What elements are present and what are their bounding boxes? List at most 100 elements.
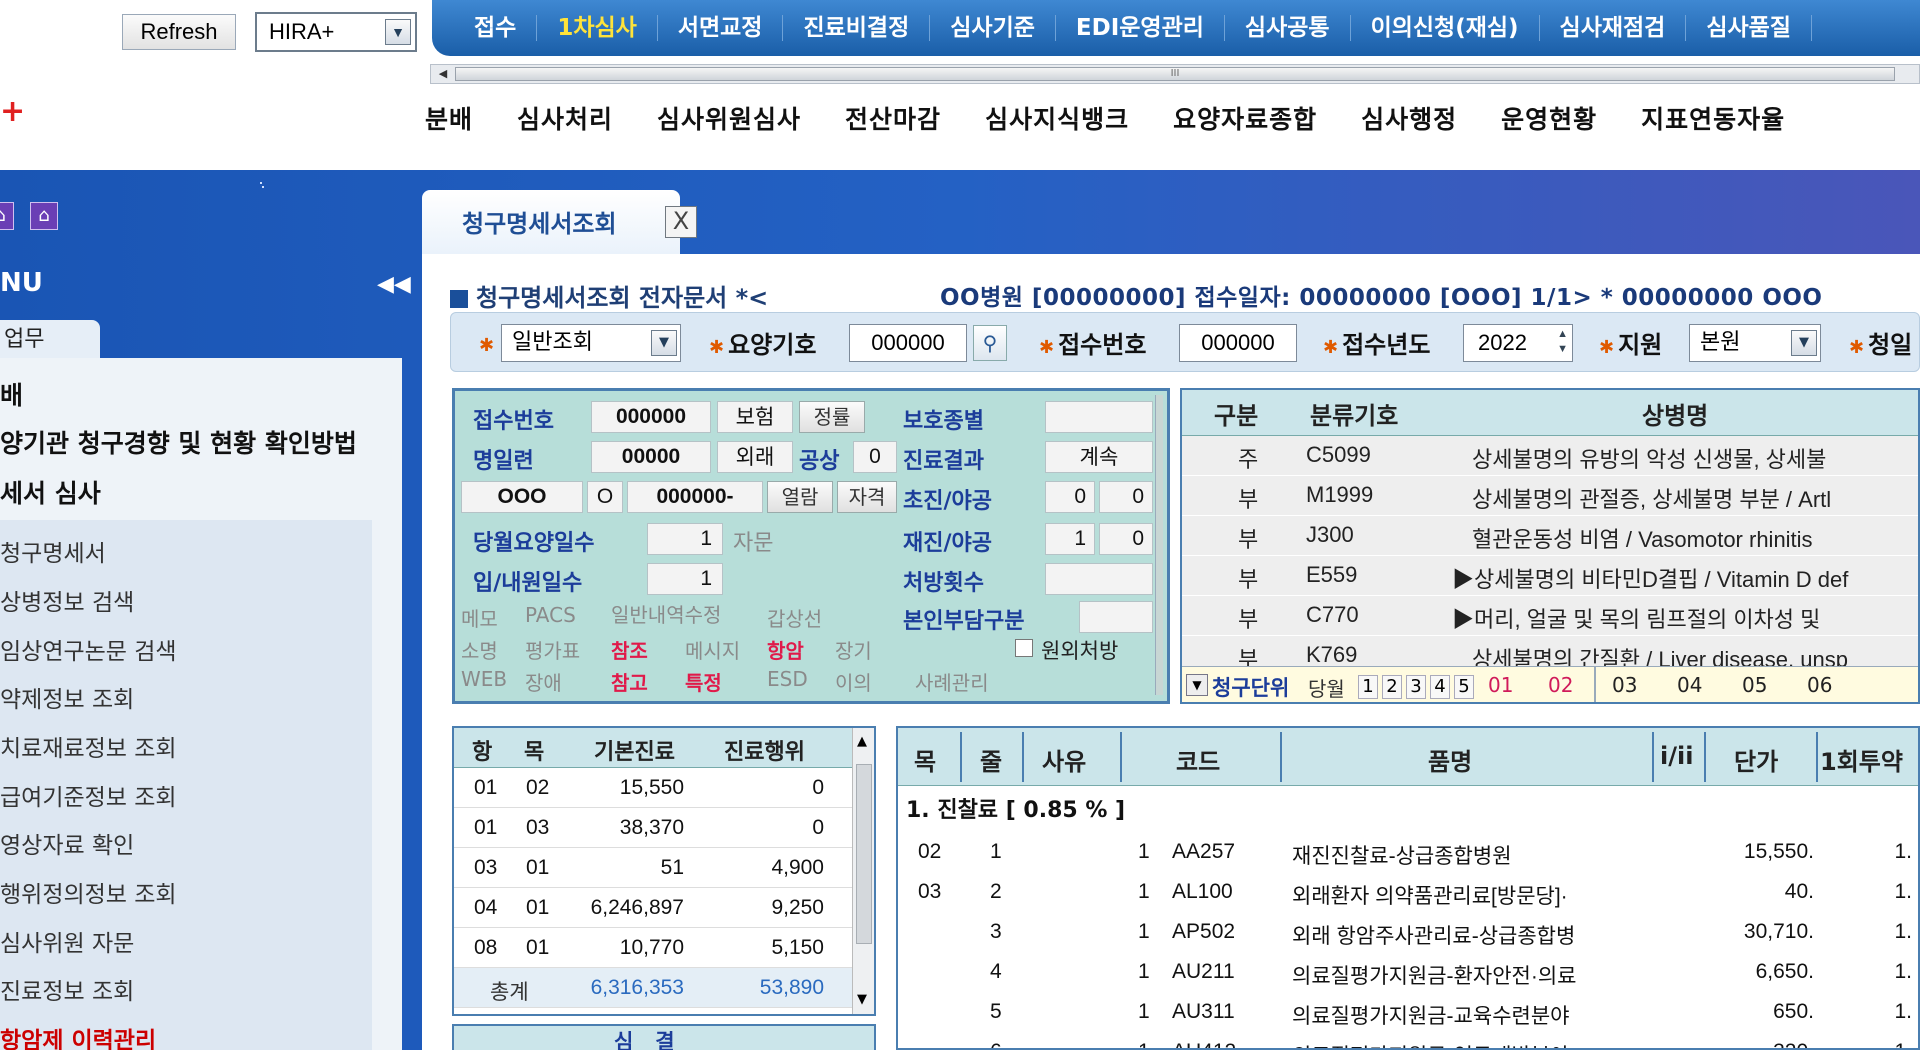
main-nav-item[interactable]: 심사공통 xyxy=(1225,15,1351,41)
sub-nav-item[interactable]: 운영현황 xyxy=(1501,100,1597,136)
table-row[interactable]: 61AU412의료질평가지원금-연구개발분야320.1. xyxy=(898,1032,1918,1048)
page-num[interactable]: 1 xyxy=(1358,675,1378,699)
menu-item[interactable]: 급여기준정보 조회 xyxy=(0,778,177,812)
message-link[interactable]: 메시지 xyxy=(685,635,740,664)
menu-item[interactable]: 행위정의정보 조회 xyxy=(0,875,177,909)
table-row[interactable]: 03 2 1 AL100 외래환자 의약품관리료[방문당]· 40. 1. xyxy=(898,872,1918,912)
table-row[interactable]: 01 02 15,550 0 xyxy=(454,768,854,808)
tab-01[interactable]: 01 xyxy=(1488,673,1513,697)
main-nav-item[interactable]: 심사기준 xyxy=(930,15,1056,41)
home-icon[interactable]: ⌂ xyxy=(30,202,58,230)
plus-icon[interactable]: + xyxy=(0,94,25,129)
panel-scrollbar[interactable] xyxy=(1155,395,1163,695)
main-nav-item[interactable]: 1차심사 xyxy=(537,15,658,41)
close-icon[interactable]: X xyxy=(665,206,697,238)
nav-scrollbar[interactable]: ◀ III xyxy=(430,64,1920,84)
table-row[interactable]: 부 M1999 상세불명의 관절증, 상세불명 부분 / Artl xyxy=(1182,476,1918,516)
detail-edit-link[interactable]: 일반내역수정 xyxy=(611,599,721,628)
page-num[interactable]: 5 xyxy=(1454,675,1474,699)
reference-link[interactable]: 참조 xyxy=(611,635,648,664)
menu-item-highlight[interactable]: 항암제 이력관리 xyxy=(0,1021,156,1050)
table-row[interactable]: 부 E559 ▶상세불명의 비타민D결핍 / Vitamin D def xyxy=(1182,556,1918,596)
special-link[interactable]: 특정 xyxy=(685,667,722,696)
page-num[interactable]: 2 xyxy=(1382,675,1402,699)
table-row[interactable]: 부 C770 ▶머리, 얼굴 및 목의 림프절의 이차성 및 xyxy=(1182,596,1918,636)
table-row[interactable]: 5 1 AU311 의료질평가지원금-교육수련분야 650. 1. xyxy=(898,992,1918,1032)
amount-scrollbar[interactable]: ▲ ▼ xyxy=(852,728,874,1014)
main-nav-item[interactable]: 접수 xyxy=(454,15,538,41)
page-num[interactable]: 3 xyxy=(1406,675,1426,699)
scroll-thumb[interactable]: III xyxy=(455,67,1895,81)
sub-nav-item[interactable]: 분배 xyxy=(425,100,473,136)
chevron-down-icon[interactable]: ▼ xyxy=(1186,674,1208,696)
scroll-down-icon[interactable]: ▼ xyxy=(857,992,867,1007)
page-num[interactable]: 4 xyxy=(1430,675,1450,699)
query-type-select[interactable]: 일반조회 ▼ xyxy=(501,324,681,362)
claim-unit-label[interactable]: 청구단위 xyxy=(1212,672,1289,702)
memo-link[interactable]: 메모 xyxy=(461,603,498,632)
institution-input[interactable]: 000000 xyxy=(849,324,967,362)
anticancer-link[interactable]: 항암 xyxy=(767,635,804,664)
table-row[interactable]: 부 J300 혈관운동성 비염 / Vasomotor rhinitis xyxy=(1182,516,1918,556)
menu-item[interactable]: 약제정보 조회 xyxy=(0,680,134,714)
organ-link[interactable]: 장기 xyxy=(835,635,872,664)
esd-link[interactable]: ESD xyxy=(767,667,808,691)
menu-item[interactable]: 임상연구논문 검색 xyxy=(0,632,177,666)
chevron-down-icon[interactable]: ▼ xyxy=(1791,330,1817,356)
menu-tab[interactable]: 업무 xyxy=(0,320,100,360)
current-month-label[interactable]: 당월 xyxy=(1308,673,1345,702)
main-nav-item[interactable]: 진료비결정 xyxy=(783,15,931,41)
system-select[interactable]: HIRA+ ▼ xyxy=(255,12,417,52)
tab-04[interactable]: 04 xyxy=(1677,673,1702,697)
table-row[interactable]: 03 01 51 4,900 xyxy=(454,848,854,888)
menu-group[interactable]: 양기관 청구경향 및 현황 확인방법 xyxy=(0,424,357,460)
menu-item[interactable]: 진료정보 조회 xyxy=(0,972,134,1006)
note-link[interactable]: 참고 xyxy=(611,667,648,696)
table-row[interactable]: 주 C5099 상세불명의 유방의 악성 신생물, 상세불 xyxy=(1182,436,1918,476)
outside-rx-checkbox[interactable] xyxy=(1015,639,1033,657)
sub-nav-item[interactable]: 심사처리 xyxy=(517,100,613,136)
year-stepper[interactable]: 2022 ▲ ▼ xyxy=(1463,324,1573,362)
scroll-left-icon[interactable]: ◀ xyxy=(433,66,453,82)
sub-nav-item[interactable]: 심사지식뱅크 xyxy=(985,100,1129,136)
menu-item[interactable]: 청구명세서 xyxy=(0,534,106,568)
main-nav-item[interactable]: 심사재점검 xyxy=(1540,15,1687,41)
scroll-thumb[interactable] xyxy=(856,764,872,944)
refresh-button[interactable]: Refresh xyxy=(122,14,236,50)
tab-06[interactable]: 06 xyxy=(1807,673,1832,697)
tab-05[interactable]: 05 xyxy=(1742,673,1767,697)
menu-group[interactable]: 세서 심사 xyxy=(0,474,101,510)
case-link[interactable]: 사례관리 xyxy=(915,667,989,696)
tab-03[interactable]: 03 xyxy=(1612,673,1637,697)
table-row[interactable]: 08 01 10,770 5,150 xyxy=(454,928,854,968)
scroll-up-icon[interactable]: ▲ xyxy=(857,734,867,749)
stepper-icon[interactable]: ▲ ▼ xyxy=(1557,327,1568,357)
menu-item[interactable]: 영상자료 확인 xyxy=(0,826,134,860)
main-nav-item[interactable]: 이의신청(재심) xyxy=(1351,15,1540,41)
main-nav-item[interactable]: EDI운영관리 xyxy=(1056,15,1225,41)
sub-nav-item[interactable]: 전산마감 xyxy=(845,100,941,136)
main-nav-item[interactable]: 심사품질 xyxy=(1686,15,1812,41)
table-row[interactable]: 01 03 38,370 0 xyxy=(454,808,854,848)
chevron-down-icon[interactable]: ▼ xyxy=(385,19,411,45)
menu-item[interactable]: 상병정보 검색 xyxy=(0,583,134,617)
explanation-link[interactable]: 소명 xyxy=(461,635,498,664)
menu-group[interactable]: 배 xyxy=(0,376,23,412)
table-row[interactable]: 3 1 AP502 외래 항암주사관리료-상급종합병 30,710. 1. xyxy=(898,912,1918,952)
sub-nav-item[interactable]: 심사위원심사 xyxy=(657,100,801,136)
table-row[interactable]: 02 1 1 AA257 재진진찰료-상급종합병원 15,550. 1. xyxy=(898,832,1918,872)
branch-select[interactable]: 본원 ▼ xyxy=(1689,324,1821,362)
tab-02[interactable]: 02 xyxy=(1548,673,1573,697)
search-icon[interactable]: ⚲ xyxy=(973,325,1007,361)
tab-title[interactable]: 청구명세서조회 xyxy=(462,204,617,239)
consult-link[interactable]: 자문 xyxy=(733,525,773,557)
thyroid-link[interactable]: 갑상선 xyxy=(767,603,822,632)
pacs-link[interactable]: PACS xyxy=(525,603,576,627)
objection-link[interactable]: 이의 xyxy=(835,667,872,696)
menu-item[interactable]: 심사위원 자문 xyxy=(0,924,134,958)
web-link[interactable]: WEB xyxy=(461,667,507,691)
disability-link[interactable]: 장애 xyxy=(525,667,562,696)
rate-button[interactable]: 정률 xyxy=(799,401,865,433)
qualification-button[interactable]: 자격 xyxy=(837,481,897,513)
table-row[interactable]: 4 1 AU211 의료질평가지원금-환자안전·의료 6,650. 1. xyxy=(898,952,1918,992)
